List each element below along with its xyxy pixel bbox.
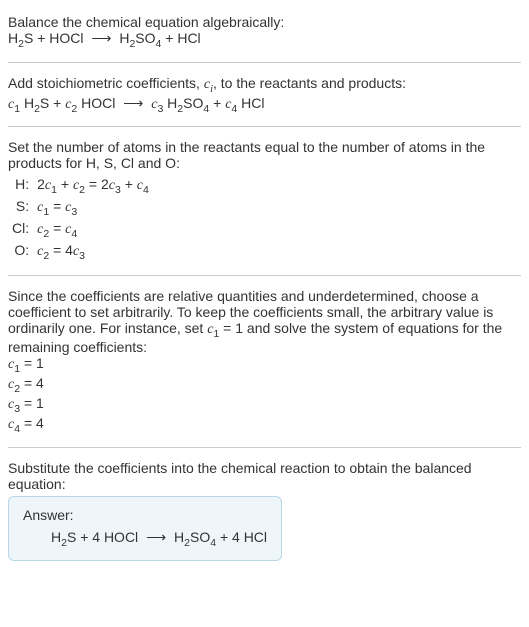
atom-row: O: c2 = 4c3 <box>8 241 153 263</box>
intro-reaction: H2S + HOCl ⟶ H2SO4 + HCl <box>8 30 521 50</box>
atom-element: S: <box>8 197 33 219</box>
atoms-table: H: 2c1 + c2 = 2c3 + c4 S: c1 = c3 Cl: c2… <box>8 175 153 262</box>
atom-row: H: 2c1 + c2 = 2c3 + c4 <box>8 175 153 197</box>
divider <box>8 447 521 448</box>
answer-equation: H2S + 4 HOCl ⟶ H2SO4 + 4 HCl <box>23 523 267 549</box>
substitute-text: Substitute the coefficients into the che… <box>8 460 521 492</box>
divider <box>8 62 521 63</box>
atoms-text: Set the number of atoms in the reactants… <box>8 139 521 171</box>
intro-line1: Balance the chemical equation algebraica… <box>8 14 521 30</box>
intro-section: Balance the chemical equation algebraica… <box>8 8 521 56</box>
atom-equation: c1 = c3 <box>33 197 153 219</box>
divider <box>8 126 521 127</box>
solve-text: Since the coefficients are relative quan… <box>8 288 521 356</box>
atom-element: O: <box>8 241 33 263</box>
atom-equation: 2c1 + c2 = 2c3 + c4 <box>33 175 153 197</box>
atom-row: Cl: c2 = c4 <box>8 219 153 241</box>
atom-row: S: c1 = c3 <box>8 197 153 219</box>
coeffs-text: Add stoichiometric coefficients, ci, to … <box>8 75 521 95</box>
coeffs-section: Add stoichiometric coefficients, ci, to … <box>8 69 521 121</box>
coeffs-reaction: c1 H2S + c2 HOCl ⟶ c3 H2SO4 + c4 HCl <box>8 95 521 115</box>
atom-equation: c2 = c4 <box>33 219 153 241</box>
solve-section: Since the coefficients are relative quan… <box>8 282 521 441</box>
atom-element: H: <box>8 175 33 197</box>
solution-line: c4 = 4 <box>8 415 521 435</box>
answer-box: Answer: H2S + 4 HOCl ⟶ H2SO4 + 4 HCl <box>8 496 282 562</box>
solution-line: c3 = 1 <box>8 395 521 415</box>
solution-line: c2 = 4 <box>8 375 521 395</box>
answer-label: Answer: <box>23 507 267 523</box>
atom-equation: c2 = 4c3 <box>33 241 153 263</box>
divider <box>8 275 521 276</box>
atom-element: Cl: <box>8 219 33 241</box>
substitute-section: Substitute the coefficients into the che… <box>8 454 521 568</box>
solution-line: c1 = 1 <box>8 355 521 375</box>
atoms-section: Set the number of atoms in the reactants… <box>8 133 521 268</box>
